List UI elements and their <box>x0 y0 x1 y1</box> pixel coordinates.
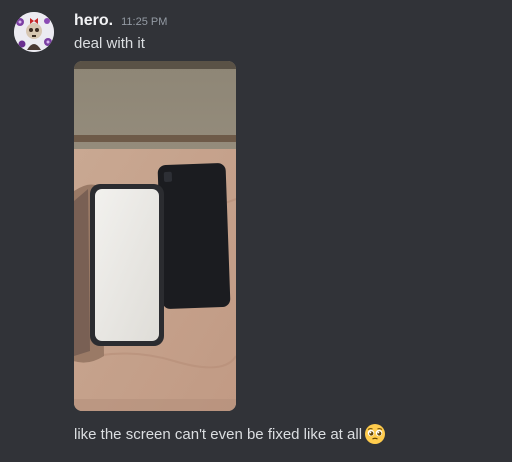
chat-page: hero. 11:25 PM deal with it like the scr… <box>0 0 512 462</box>
message-text-with-emoji: like the screen can't even be fixed like… <box>74 423 386 445</box>
username[interactable]: hero. <box>74 12 113 30</box>
chat-message: hero. 11:25 PM deal with it like the scr… <box>0 0 512 462</box>
user-avatar[interactable] <box>14 12 54 52</box>
message-text: like the screen can't even be fixed like… <box>74 425 363 443</box>
photo-two-phones <box>74 61 236 411</box>
image-attachment[interactable] <box>74 61 236 411</box>
pleading-face-icon[interactable] <box>364 423 386 445</box>
message-timestamp: 11:25 PM <box>121 16 168 28</box>
avatar-skull-flowers-icon <box>14 12 54 52</box>
message-text: deal with it <box>74 35 145 52</box>
message-header: hero. 11:25 PM <box>74 12 167 34</box>
